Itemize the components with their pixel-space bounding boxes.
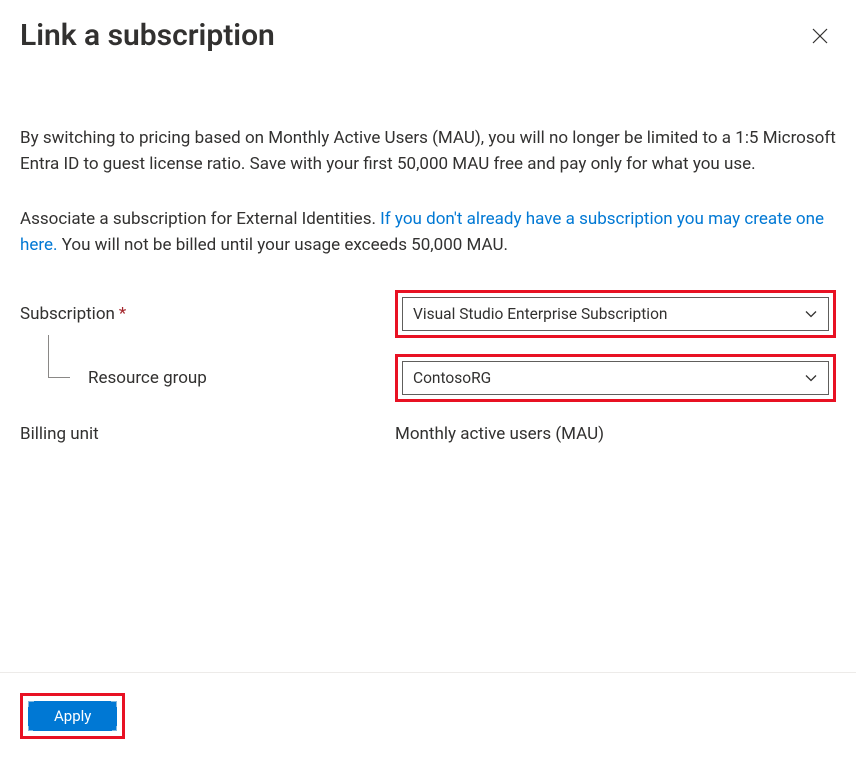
close-icon xyxy=(812,28,828,44)
billing-unit-value: Monthly active users (MAU) xyxy=(395,424,604,444)
resource-group-value: ContosoRG xyxy=(413,369,491,387)
page-title: Link a subscription xyxy=(20,18,275,53)
close-button[interactable] xyxy=(808,24,832,51)
description-text: By switching to pricing based on Monthly… xyxy=(20,125,836,178)
resource-group-highlight: ContosoRG xyxy=(395,354,836,402)
billing-unit-label: Billing unit xyxy=(20,424,99,444)
associate-text: Associate a subscription for External Id… xyxy=(20,206,836,259)
subscription-value: Visual Studio Enterprise Subscription xyxy=(413,305,667,323)
tree-branch-icon xyxy=(28,365,70,391)
resource-group-dropdown[interactable]: ContosoRG xyxy=(402,361,829,395)
required-indicator: * xyxy=(119,304,126,324)
chevron-down-icon xyxy=(804,307,818,321)
apply-highlight: Apply xyxy=(20,693,125,739)
chevron-down-icon xyxy=(804,371,818,385)
associate-suffix: You will not be billed until your usage … xyxy=(57,235,507,255)
resource-group-label: Resource group xyxy=(88,368,207,388)
footer: Apply xyxy=(0,672,856,763)
subscription-highlight: Visual Studio Enterprise Subscription xyxy=(395,290,836,338)
subscription-dropdown[interactable]: Visual Studio Enterprise Subscription xyxy=(402,297,829,331)
apply-button[interactable]: Apply xyxy=(28,701,117,731)
subscription-label: Subscription xyxy=(20,304,115,324)
associate-prefix: Associate a subscription for External Id… xyxy=(20,209,380,229)
